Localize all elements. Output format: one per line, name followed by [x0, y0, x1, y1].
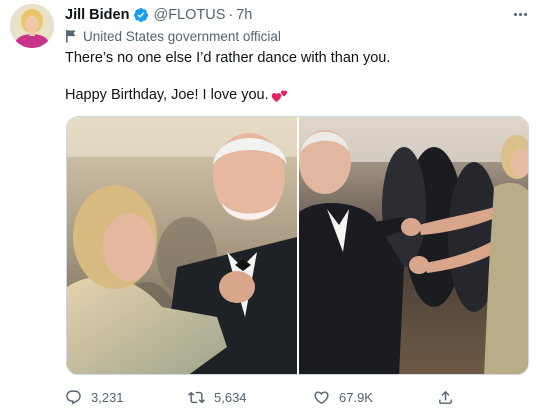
more-options-icon[interactable] [510, 6, 530, 22]
government-flag-icon [65, 29, 77, 43]
like-count: 67.9K [339, 389, 373, 405]
reply-icon [66, 389, 81, 404]
timestamp[interactable]: 7h [236, 7, 252, 23]
tweet-actions: 3,231 5,634 67.9K [65, 387, 465, 407]
like-icon [314, 390, 329, 404]
verified-badge-icon [133, 7, 149, 23]
share-icon [439, 390, 452, 404]
author-row: Jill Biden @FLOTUS · 7h [65, 6, 252, 24]
photo-right[interactable] [299, 117, 528, 374]
reply-count: 3,231 [91, 389, 124, 405]
like-button[interactable]: 67.9K [313, 387, 373, 407]
dancing-couple-photo-closeup [67, 117, 297, 374]
handle[interactable]: @FLOTUS [153, 7, 225, 23]
retweet-icon [188, 391, 205, 403]
avatar-image [10, 4, 54, 48]
two-hearts-icon [271, 88, 289, 103]
reply-button[interactable]: 3,231 [65, 387, 124, 407]
media-grid[interactable] [66, 116, 529, 375]
account-label-text: United States government official [83, 28, 281, 44]
tweet-text-line-2: Happy Birthday, Joe! I love you. [65, 87, 289, 103]
tweet-text-line-2-text: Happy Birthday, Joe! I love you. [65, 87, 269, 103]
photo-left[interactable] [67, 117, 297, 374]
account-label: United States government official [65, 27, 281, 45]
tweet-card[interactable]: Jill Biden @FLOTUS · 7h United States go… [0, 0, 554, 415]
meta-separator: · [228, 7, 234, 23]
display-name[interactable]: Jill Biden [65, 7, 129, 23]
dancing-couple-photo-wide [299, 117, 528, 374]
avatar[interactable] [10, 4, 54, 48]
share-button[interactable] [437, 387, 454, 407]
retweet-count: 5,634 [214, 389, 247, 405]
tweet-text-line-1: There’s no one else I’d rather dance wit… [65, 50, 391, 66]
retweet-button[interactable]: 5,634 [188, 387, 247, 407]
